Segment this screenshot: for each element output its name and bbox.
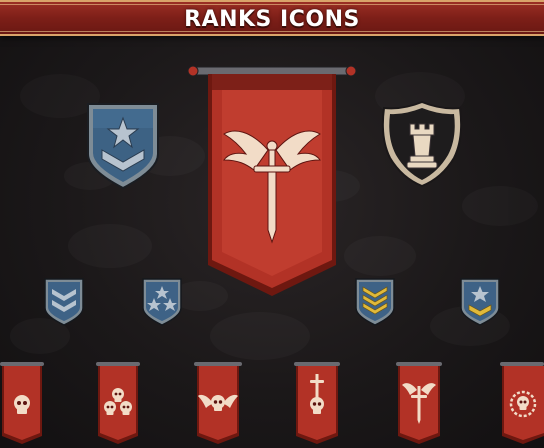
banner-winged-skull-icon	[194, 362, 242, 444]
banner-skull-icon	[0, 362, 44, 444]
rook-chess-shield-icon	[381, 100, 463, 188]
banner-winged-sword-icon	[187, 65, 357, 296]
banner-sword-skull-icon	[294, 362, 340, 444]
banner-three-skulls-icon	[96, 362, 140, 444]
private-chevron-star-badge-icon	[87, 103, 159, 190]
banner-laurel-skull-icon	[500, 362, 544, 444]
title-banner: RANKS ICONS	[0, 0, 544, 36]
page-title: RANKS ICONS	[184, 7, 360, 32]
three-star-badge-icon	[142, 278, 182, 326]
banner-winged-sword-small-icon	[396, 362, 442, 444]
gold-triple-chevron-badge-icon	[355, 278, 395, 326]
star-gold-chevron-badge-icon	[460, 278, 500, 326]
double-chevron-badge-icon	[44, 278, 84, 326]
